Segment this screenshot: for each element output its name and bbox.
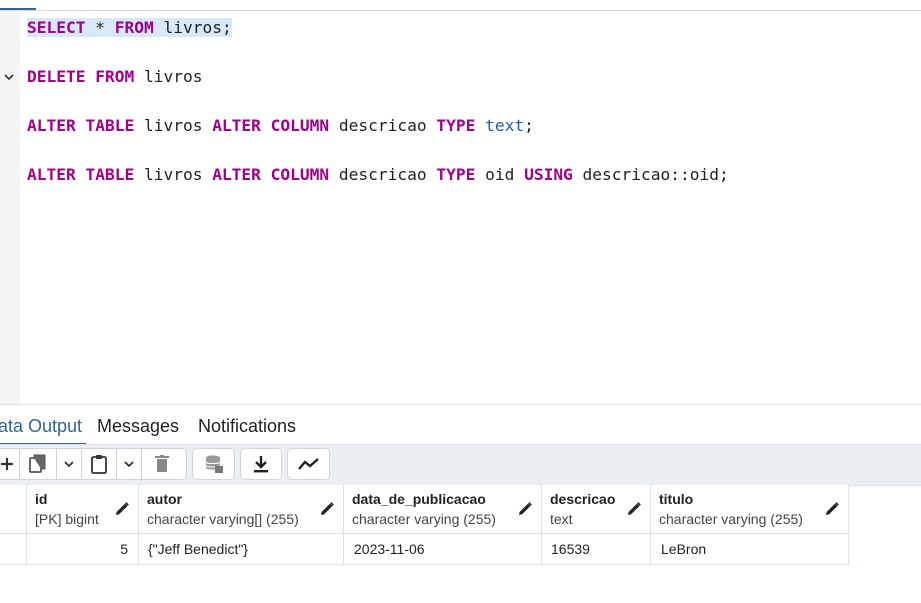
- cell-value: 2023-11-06: [354, 541, 425, 557]
- chevron-down-icon[interactable]: [2, 70, 16, 84]
- tab-messages[interactable]: Messages: [97, 414, 179, 438]
- delete-icon[interactable]: [142, 449, 182, 479]
- code-line-1[interactable]: SELECT * FROM livros;: [27, 16, 232, 40]
- tab-notifications[interactable]: Notifications: [198, 414, 296, 438]
- column-header-id[interactable]: id [PK] bigint: [27, 485, 139, 534]
- cell-value: 5: [120, 541, 128, 557]
- sql-text: livros: [134, 116, 213, 135]
- sql-keyword: COLUMN: [270, 116, 330, 135]
- sql-editor[interactable]: SELECT * FROM livros; DELETE FROM livros…: [0, 11, 921, 404]
- column-name: autor: [147, 491, 182, 507]
- sql-text: ;: [524, 116, 534, 135]
- sql-keyword: FROM: [114, 18, 154, 37]
- result-toolbar: [0, 444, 921, 486]
- paste-icon[interactable]: [82, 449, 116, 479]
- sql-keyword: ALTER: [27, 116, 76, 135]
- edit-pencil-icon[interactable]: [824, 501, 840, 517]
- cell-value: 16539: [551, 541, 590, 557]
- table-cell-descricao[interactable]: 16539: [542, 534, 651, 565]
- cell-value: LeBron: [661, 541, 707, 557]
- sql-text: livros: [134, 165, 213, 184]
- sql-keyword: TABLE: [85, 165, 135, 184]
- sql-type: text: [485, 116, 525, 135]
- code-line-3[interactable]: ALTER TABLE livros ALTER COLUMN descrica…: [27, 114, 534, 138]
- sql-text: livros;: [153, 18, 232, 37]
- column-header-titulo[interactable]: titulo character varying (255): [651, 485, 849, 534]
- table-cell-id[interactable]: 5: [27, 534, 139, 565]
- tab-data-output[interactable]: ata Output: [0, 414, 82, 438]
- sql-keyword: USING: [524, 165, 573, 184]
- editor-gutter: [0, 11, 20, 404]
- result-tabs: ata Output Messages Notifications: [0, 404, 921, 446]
- column-type: character varying (255): [352, 511, 496, 527]
- edit-pencil-icon[interactable]: [626, 501, 642, 517]
- edit-pencil-icon[interactable]: [114, 501, 130, 517]
- code-line-2[interactable]: DELETE FROM livros: [27, 65, 202, 89]
- save-data-button[interactable]: [192, 448, 235, 480]
- graph-icon: [288, 449, 329, 479]
- active-tab-indicator: [0, 8, 36, 10]
- sql-text: descricao: [329, 165, 437, 184]
- sql-keyword: TYPE: [436, 116, 476, 135]
- cell-value: {"Jeff Benedict"}: [148, 541, 248, 557]
- row-header-corner[interactable]: [0, 485, 27, 534]
- query-tab-bar: [0, 0, 921, 11]
- sql-keyword: ALTER: [27, 165, 76, 184]
- column-header-autor[interactable]: autor character varying[] (255): [139, 485, 344, 534]
- column-name: descricao: [550, 491, 616, 507]
- column-name: id: [35, 491, 48, 507]
- column-header-descricao[interactable]: descricao text: [542, 485, 651, 534]
- column-type: character varying[] (255): [147, 511, 299, 527]
- sql-keyword: FROM: [95, 67, 135, 86]
- column-header-data-de-publicacao[interactable]: data_de_publicacao character varying (25…: [344, 485, 542, 534]
- copy-dropdown-icon[interactable]: [57, 449, 81, 479]
- sql-keyword: COLUMN: [270, 165, 330, 184]
- table-cell-autor[interactable]: {"Jeff Benedict"}: [139, 534, 344, 565]
- column-name: titulo: [659, 491, 694, 507]
- sql-text: *: [85, 18, 115, 37]
- code-line-4[interactable]: ALTER TABLE livros ALTER COLUMN descrica…: [27, 163, 729, 187]
- text-selection: SELECT * FROM livros;: [27, 18, 232, 37]
- table-cell-data-de-publicacao[interactable]: 2023-11-06: [344, 534, 542, 565]
- column-type: character varying (255): [659, 511, 803, 527]
- sql-keyword: DELETE: [27, 67, 86, 86]
- edit-pencil-icon[interactable]: [517, 501, 533, 517]
- copy-icon[interactable]: [20, 449, 56, 479]
- sql-text: descricao::oid;: [572, 165, 729, 184]
- edit-pencil-icon[interactable]: [319, 501, 335, 517]
- save-data-icon: [193, 449, 234, 479]
- sql-text: descricao: [329, 116, 437, 135]
- column-type: text: [550, 511, 573, 527]
- row-number-cell[interactable]: [0, 534, 27, 565]
- download-icon: [241, 449, 281, 479]
- sql-keyword: TABLE: [85, 116, 135, 135]
- column-type: [PK] bigint: [35, 511, 99, 527]
- sql-text: oid: [475, 165, 525, 184]
- edit-button-group: [0, 448, 187, 480]
- paste-dropdown-icon[interactable]: [117, 449, 141, 479]
- table-cell-titulo[interactable]: LeBron: [651, 534, 849, 565]
- add-row-icon[interactable]: [0, 449, 19, 479]
- sql-keyword: ALTER: [212, 116, 261, 135]
- sql-text: livros: [134, 67, 203, 86]
- column-name: data_de_publicacao: [352, 491, 486, 507]
- sql-keyword: ALTER: [212, 165, 261, 184]
- sql-keyword: SELECT: [27, 18, 86, 37]
- graph-visualiser-button[interactable]: [287, 448, 330, 480]
- sql-keyword: TYPE: [436, 165, 476, 184]
- download-button[interactable]: [240, 448, 282, 480]
